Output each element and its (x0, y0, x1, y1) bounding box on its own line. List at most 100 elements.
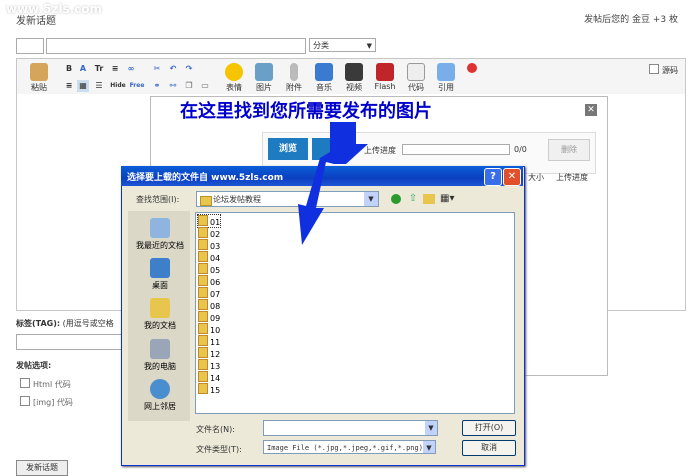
quote-button[interactable]: 引用 (433, 63, 459, 93)
align-button[interactable]: ≡ (109, 63, 121, 75)
place-network-label: 网上邻居 (144, 402, 176, 411)
option-img[interactable]: [img] 代码 (20, 396, 73, 408)
file-name: 10 (210, 326, 221, 335)
flash-button[interactable]: Flash (371, 63, 399, 91)
cancel-button[interactable]: 取消 (462, 440, 516, 456)
folder-icon (198, 251, 208, 262)
file-item[interactable]: 06 (198, 275, 220, 287)
delete-button[interactable]: 删除 (548, 139, 590, 161)
flash-icon (376, 63, 394, 81)
place-computer[interactable]: 我的电脑 (130, 339, 190, 372)
file-item[interactable]: 12 (198, 347, 220, 359)
image-button[interactable]: 图片 (251, 63, 277, 93)
filename-input[interactable]: ▼ (263, 420, 438, 436)
filename-label: 文件名(N): (196, 425, 235, 434)
place-network[interactable]: 网上邻居 (130, 379, 190, 412)
page-icon[interactable]: ▭ (199, 80, 211, 92)
folder-icon (200, 196, 212, 206)
place-recent[interactable]: 我最近的文档 (130, 218, 190, 251)
open-button[interactable]: 打开(O) (462, 420, 516, 436)
category-select[interactable]: 分类 ▼ (309, 38, 376, 52)
file-item[interactable]: 03 (198, 239, 220, 251)
place-desktop[interactable]: 桌面 (130, 258, 190, 291)
font-size-button[interactable]: Tr (93, 63, 105, 75)
help-button[interactable]: ? (484, 168, 502, 186)
folder-icon (198, 239, 208, 250)
image-icon (255, 63, 273, 81)
free-button[interactable]: Free (129, 80, 145, 92)
video-button[interactable]: 视频 (341, 63, 367, 93)
link-icon[interactable]: ∞ (125, 63, 137, 75)
emoticon-label: 表情 (226, 83, 242, 92)
folder-icon (198, 311, 208, 322)
code-label: 代码 (408, 83, 424, 92)
cut-icon[interactable]: ✂ (151, 63, 163, 75)
indent-button[interactable]: ☰ (93, 80, 105, 92)
hide-button[interactable]: Hide (109, 80, 127, 92)
view-menu-icon[interactable]: ▦▾ (440, 193, 456, 205)
list-button[interactable]: ≡ (63, 80, 75, 92)
column-size: 大小 (528, 173, 544, 182)
subject-input[interactable] (46, 38, 306, 54)
music-note-icon (315, 63, 333, 81)
file-item[interactable]: 11 (198, 335, 220, 347)
file-item[interactable]: 09 (198, 311, 220, 323)
tag-input[interactable] (16, 334, 128, 350)
folder-icon (198, 347, 208, 358)
place-computer-label: 我的电脑 (144, 362, 176, 371)
file-item[interactable]: 02 (198, 227, 220, 239)
copy-icon[interactable]: ❐ (183, 80, 195, 92)
user-icon (467, 63, 477, 73)
file-item[interactable]: 01 (196, 214, 222, 228)
music-button[interactable]: 音乐 (311, 63, 337, 93)
table-button[interactable]: ▦ (77, 80, 89, 92)
my-computer-icon (150, 339, 170, 359)
filetype-select[interactable]: Image File (*.jpg,*.jpeg,*.gif,*.png) ▼ (263, 440, 436, 454)
look-in-label: 查找范围(I): (136, 195, 180, 204)
paste-label: 粘贴 (31, 83, 47, 92)
place-documents[interactable]: 我的文档 (130, 298, 190, 331)
emoticon-button[interactable]: 表情 (221, 63, 247, 93)
file-item[interactable]: 13 (198, 359, 220, 371)
html-checkbox[interactable] (20, 378, 30, 388)
paste-button[interactable]: 粘贴 (27, 63, 51, 93)
code-icon (407, 63, 425, 81)
dialog-close-button[interactable]: ✕ (503, 168, 521, 186)
link-add-icon[interactable]: ⚭ (151, 80, 163, 92)
font-color-button[interactable]: A (77, 63, 89, 75)
file-item[interactable]: 14 (198, 371, 220, 383)
music-label: 音乐 (316, 83, 332, 92)
file-item[interactable]: 15 (198, 383, 220, 395)
post-icon-select[interactable] (16, 38, 44, 54)
video-label: 视频 (346, 83, 362, 92)
img-checkbox[interactable] (20, 396, 30, 406)
new-folder-icon[interactable] (423, 194, 435, 204)
code-button[interactable]: 代码 (403, 63, 429, 93)
attachment-button[interactable]: 附件 (281, 63, 307, 93)
file-item[interactable]: 05 (198, 263, 220, 275)
undo-icon[interactable]: ↶ (167, 63, 179, 75)
file-item[interactable]: 04 (198, 251, 220, 263)
source-mode-toggle[interactable]: 源码 (649, 64, 678, 76)
up-folder-icon[interactable]: ⇧ (407, 193, 419, 205)
quote-icon (437, 63, 455, 81)
page-title: 发新话题 (16, 16, 56, 27)
option-html[interactable]: Html 代码 (20, 378, 71, 390)
file-name: 14 (210, 374, 221, 383)
file-item[interactable]: 08 (198, 299, 220, 311)
source-mode-checkbox[interactable] (649, 64, 659, 74)
back-icon[interactable] (391, 194, 401, 204)
paste-icon (30, 63, 48, 81)
file-item[interactable]: 07 (198, 287, 220, 299)
bold-button[interactable]: B (63, 63, 75, 75)
reward-notice: 发帖后您的 金豆 +3 枚 (584, 15, 678, 25)
unlink-icon[interactable]: ⚯ (167, 80, 179, 92)
submit-post-button[interactable]: 发新话题 (16, 460, 68, 476)
close-icon[interactable]: ✕ (585, 104, 597, 116)
user-button[interactable] (465, 63, 479, 74)
file-name: 13 (210, 362, 221, 371)
tag-hint: (用逗号或空格 (62, 319, 114, 328)
redo-icon[interactable]: ↷ (183, 63, 195, 75)
file-name: 03 (210, 242, 221, 251)
file-item[interactable]: 10 (198, 323, 220, 335)
